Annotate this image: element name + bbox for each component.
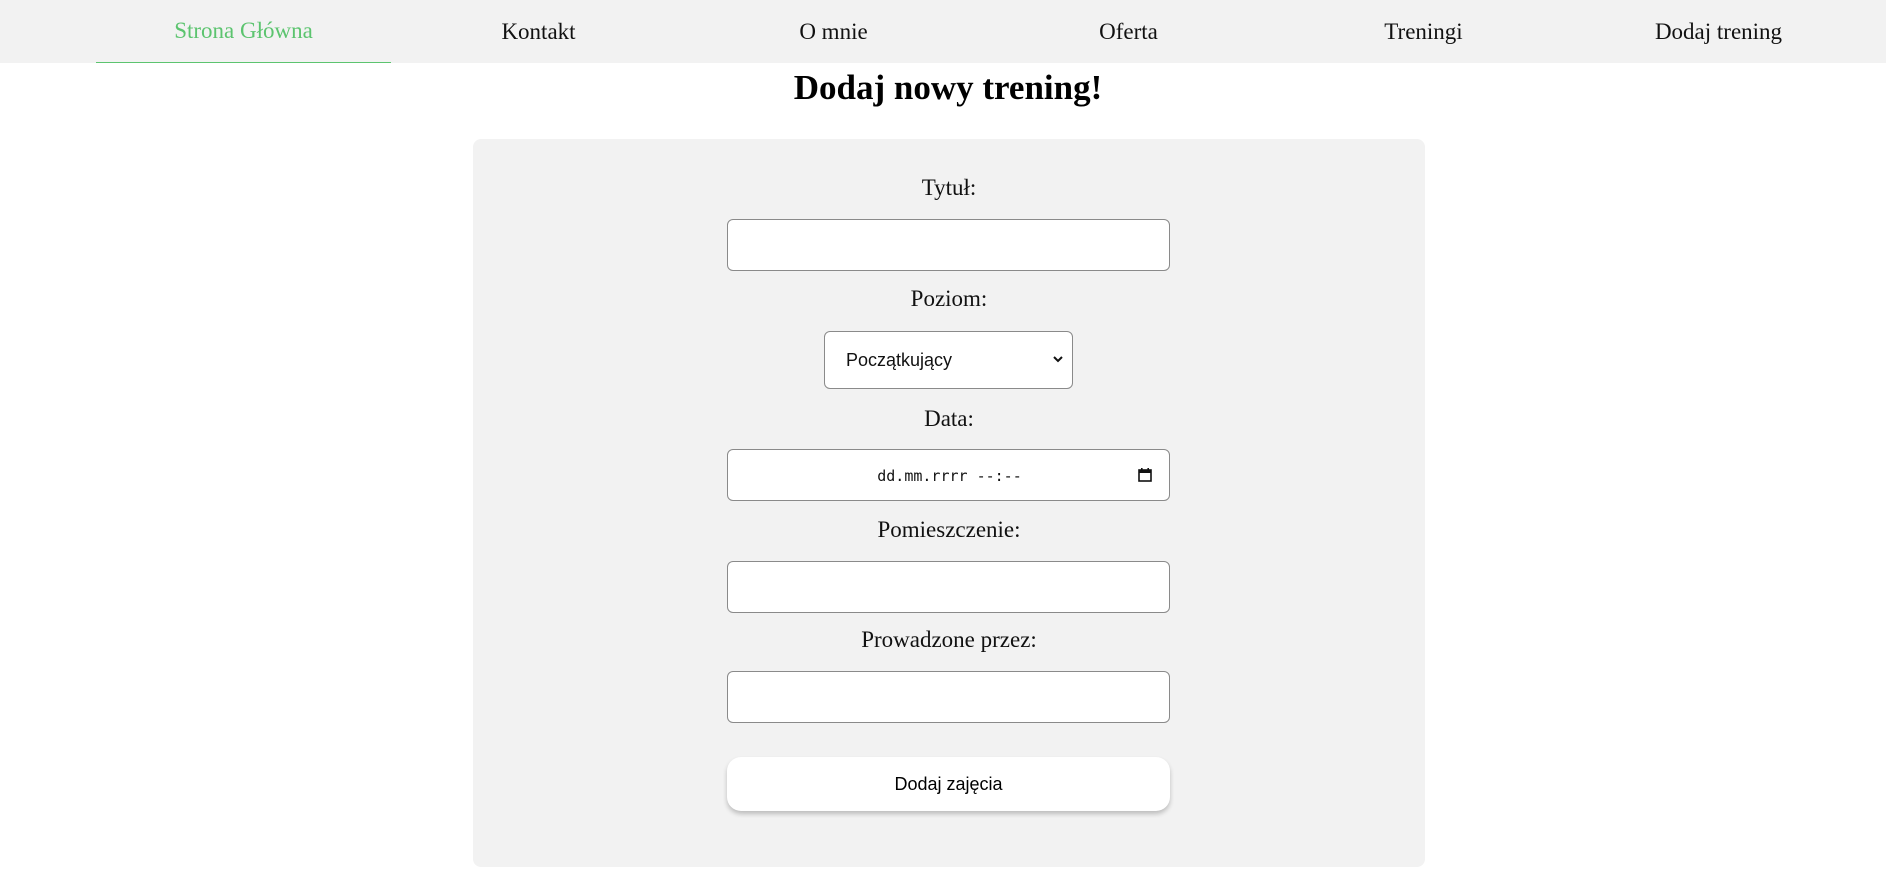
nav-menu: Strona Główna Kontakt O mnie Oferta Tren… — [96, 0, 1866, 63]
trainer-input[interactable] — [727, 671, 1170, 723]
level-selected-value: Początkujący — [846, 349, 953, 370]
title-input[interactable] — [727, 219, 1170, 271]
room-input[interactable] — [727, 561, 1170, 613]
top-navbar: Strona Główna Kontakt O mnie Oferta Tren… — [0, 0, 1886, 63]
date-placeholder: dd.mm.rrrr --:-- — [877, 467, 1022, 485]
nav-item-o-mnie[interactable]: O mnie — [686, 0, 981, 63]
page-title: Dodaj nowy trening! — [793, 68, 1103, 107]
level-select[interactable]: Początkujący — [824, 331, 1073, 389]
date-label: Data: — [924, 406, 974, 431]
nav-item-oferta[interactable]: Oferta — [981, 0, 1276, 63]
title-label: Tytuł: — [921, 175, 977, 200]
trainer-label: Prowadzone przez: — [861, 627, 1037, 652]
nav-item-treningi[interactable]: Treningi — [1276, 0, 1571, 63]
nav-item-dodaj-trening[interactable]: Dodaj trening — [1571, 0, 1866, 63]
chevron-down-icon — [1053, 356, 1063, 363]
add-training-form: Tytuł: Poziom: Początkujący Data: dd.mm.… — [473, 139, 1425, 867]
level-label: Poziom: — [910, 286, 988, 311]
room-label: Pomieszczenie: — [877, 517, 1021, 542]
calendar-icon[interactable] — [1138, 468, 1152, 482]
date-input[interactable]: dd.mm.rrrr --:-- — [727, 449, 1170, 501]
nav-item-kontakt[interactable]: Kontakt — [391, 0, 686, 63]
submit-button[interactable]: Dodaj zajęcia — [727, 757, 1170, 811]
nav-item-strona-glowna[interactable]: Strona Główna — [96, 0, 391, 63]
